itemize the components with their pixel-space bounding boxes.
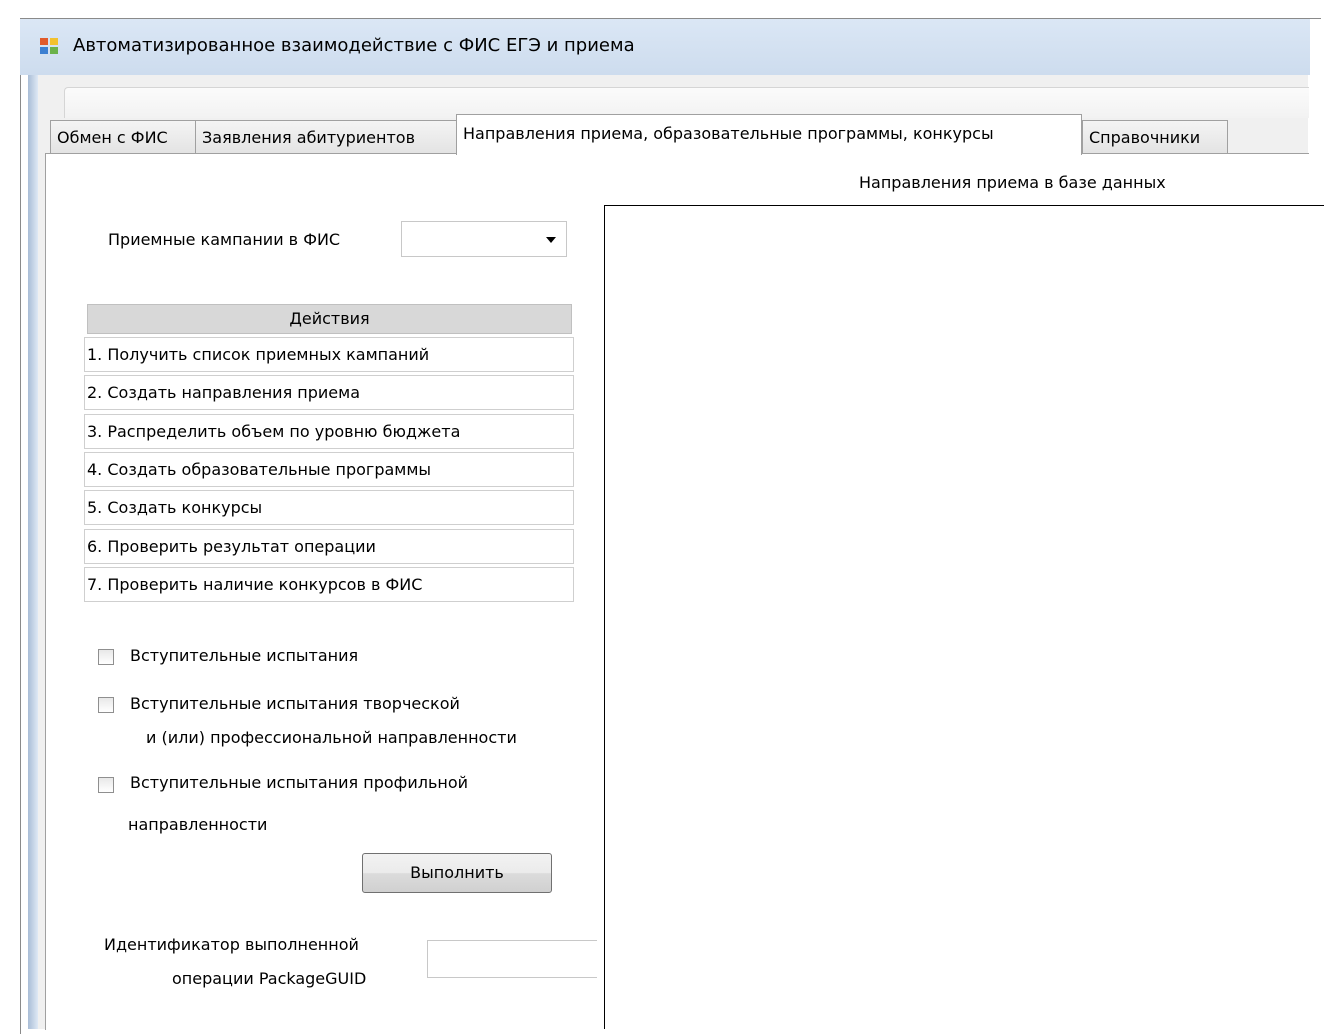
checkbox-profile-tests-label: Вступительные испытания профильной (130, 773, 469, 792)
campaign-select[interactable] (401, 221, 567, 257)
action-create-directions[interactable]: 2. Создать направления приема (84, 375, 574, 410)
tab-exchange-fis[interactable]: Обмен с ФИС (50, 120, 196, 154)
chevron-down-icon[interactable] (546, 237, 556, 243)
tab-applications[interactable]: Заявления абитуриентов (195, 120, 458, 154)
checkbox-creative-tests-label-2: и (или) профессиональной направленности (146, 728, 517, 747)
action-check-result[interactable]: 6. Проверить результат операции (84, 529, 574, 564)
package-guid-field[interactable] (427, 940, 597, 978)
checkbox-entrance-tests-label: Вступительные испытания (130, 646, 359, 665)
window-title: Автоматизированное взаимодействие с ФИС … (73, 35, 635, 56)
tab-references[interactable]: Справочники (1082, 120, 1228, 154)
tab-admission-directions[interactable]: Направления приема, образовательные прог… (456, 114, 1082, 155)
checkbox-profile-tests[interactable] (98, 777, 114, 793)
action-distribute-volume[interactable]: 3. Распределить объем по уровню бюджета (84, 414, 574, 449)
checkbox-creative-tests[interactable] (98, 697, 114, 713)
campaign-label: Приемные кампании в ФИС (108, 230, 341, 249)
window-left-border (28, 75, 38, 1029)
action-check-competitions[interactable]: 7. Проверить наличие конкурсов в ФИС (84, 567, 574, 602)
directions-panel[interactable] (604, 205, 1324, 1029)
checkbox-creative-tests-label: Вступительные испытания творческой (130, 694, 460, 713)
execute-button[interactable]: Выполнить (362, 853, 552, 893)
right-panel-title: Направления приема в базе данных (859, 173, 1166, 192)
action-create-competitions[interactable]: 5. Создать конкурсы (84, 490, 574, 525)
actions-header: Действия (87, 304, 572, 334)
action-get-campaigns[interactable]: 1. Получить список приемных кампаний (84, 337, 574, 372)
package-label-line1: Идентификатор выполненной (104, 935, 359, 954)
package-label-line2: операции PackageGUID (172, 969, 367, 988)
action-create-programs[interactable]: 4. Создать образовательные программы (84, 452, 574, 487)
checkbox-entrance-tests[interactable] (98, 649, 114, 665)
checkbox-profile-tests-label-2: направленности (128, 815, 268, 834)
app-icon (40, 38, 60, 56)
